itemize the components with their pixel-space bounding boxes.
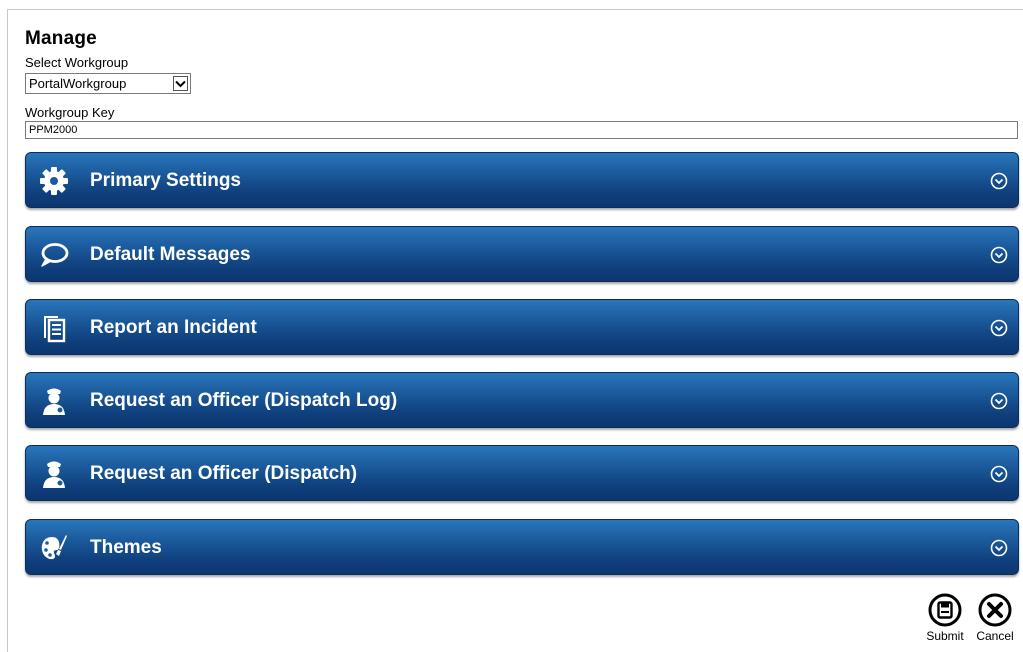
submit-button[interactable]: Submit [920,592,970,643]
chevron-down-circle-icon[interactable] [990,465,1008,483]
chevron-down-circle-icon[interactable] [990,392,1008,410]
panel-title: Default Messages [90,244,251,265]
panel-request-officer-dispatch[interactable]: Request an Officer (Dispatch) [25,445,1019,501]
chevron-down-circle-icon[interactable] [990,319,1008,337]
workgroup-label: Select Workgroup [25,55,129,70]
save-icon [928,593,962,627]
panel-default-messages[interactable]: Default Messages [25,226,1019,282]
panel-title: Report an Incident [90,317,257,338]
palette-icon [38,532,70,564]
documents-icon [38,312,70,344]
submit-label: Submit [926,629,964,643]
panel-title: Primary Settings [90,170,241,191]
cancel-label: Cancel [976,629,1014,643]
panel-themes[interactable]: Themes [25,519,1019,575]
chevron-down-circle-icon[interactable] [990,172,1008,190]
officer-icon [38,458,70,490]
gear-icon [38,165,70,197]
workgroup-key-input[interactable] [25,121,1018,139]
speech-bubble-icon [38,239,70,271]
officer-icon [38,385,70,417]
panel-report-incident[interactable]: Report an Incident [25,299,1019,355]
cancel-button[interactable]: Cancel [970,592,1020,643]
chevron-down-circle-icon[interactable] [990,539,1008,557]
close-icon [978,593,1012,627]
workgroup-key-label: Workgroup Key [25,105,115,120]
action-bar: Submit Cancel [920,592,1020,648]
page-title: Manage [25,28,97,49]
panel-title: Request an Officer (Dispatch) [90,463,358,484]
workgroup-select[interactable]: PortalWorkgroup [25,73,191,94]
chevron-down-icon[interactable] [173,76,188,91]
chevron-down-circle-icon[interactable] [990,246,1008,264]
panel-title: Request an Officer (Dispatch Log) [90,390,398,411]
panel-request-officer-dispatch-log[interactable]: Request an Officer (Dispatch Log) [25,372,1019,428]
panel-primary-settings[interactable]: Primary Settings [25,152,1019,208]
panel-title: Themes [90,537,162,558]
workgroup-select-value: PortalWorkgroup [29,76,127,91]
